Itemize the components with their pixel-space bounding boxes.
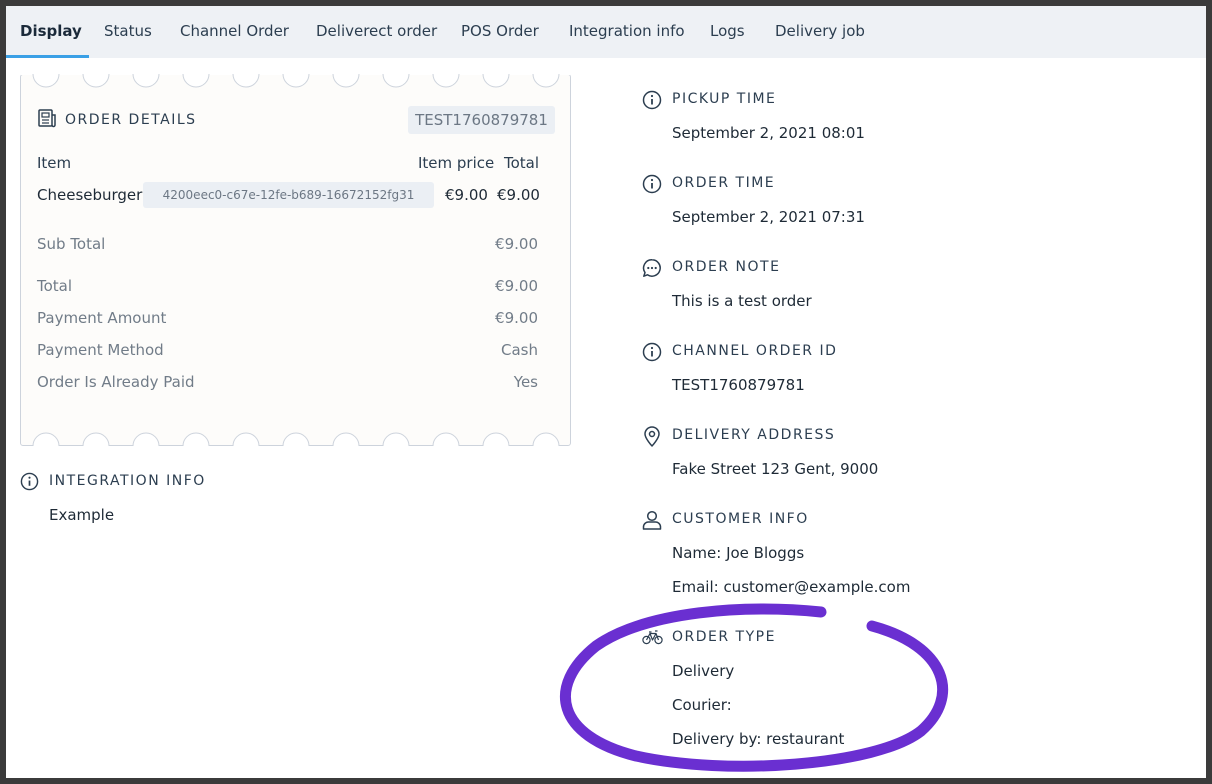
order-ref-badge: TEST1760879781 — [408, 106, 555, 134]
tab-logs[interactable]: Logs — [710, 6, 745, 58]
tab-bar: Display Status Channel Order Deliverect … — [6, 6, 1206, 58]
user-icon — [642, 510, 662, 530]
tab-status[interactable]: Status — [104, 6, 152, 58]
column-item-price-header: Item price — [418, 154, 495, 172]
tab-delivery-job[interactable]: Delivery job — [775, 6, 865, 58]
order-view: Display Status Channel Order Deliverect … — [6, 6, 1206, 778]
bicycle-icon — [642, 630, 663, 645]
payment-method-value: Cash — [501, 341, 538, 359]
location-icon — [644, 426, 660, 447]
order-note-value: This is a test order — [672, 292, 812, 310]
active-tab-indicator — [6, 55, 89, 58]
pickup-time-label: PICKUP TIME — [672, 91, 777, 107]
order-note-label: ORDER NOTE — [672, 259, 781, 275]
delivery-by-value: Delivery by: restaurant — [672, 730, 845, 748]
order-type-value: Delivery — [672, 662, 735, 680]
item-total: €9.00 — [497, 186, 540, 204]
order-details-card: ORDER DETAILS TEST1760879781 Item Item p… — [20, 74, 571, 446]
payment-method-label: Payment Method — [37, 341, 164, 359]
integration-info-label: INTEGRATION INFO — [49, 473, 206, 489]
order-paid-label: Order Is Already Paid — [37, 373, 195, 391]
payment-amount-value: €9.00 — [495, 309, 538, 327]
pickup-time-value: September 2, 2021 08:01 — [672, 124, 865, 142]
item-price: €9.00 — [445, 186, 488, 204]
item-id-badge: 4200eec0-c67e-12fe-b689-16672152fg31 — [143, 182, 434, 208]
order-time-value: September 2, 2021 07:31 — [672, 208, 865, 226]
tab-integration-info[interactable]: Integration info — [569, 6, 685, 58]
info-icon — [642, 174, 662, 194]
receipt-top-edge — [21, 74, 570, 88]
customer-info-label: CUSTOMER INFO — [672, 511, 809, 527]
order-time-label: ORDER TIME — [672, 175, 776, 191]
column-total-header: Total — [504, 154, 540, 172]
tab-pos-order[interactable]: POS Order — [461, 6, 539, 58]
integration-info-value: Example — [49, 506, 115, 524]
payment-amount-label: Payment Amount — [37, 309, 167, 327]
total-label: Total — [37, 277, 73, 295]
delivery-address-label: DELIVERY ADDRESS — [672, 427, 836, 443]
courier-value: Courier: — [672, 696, 732, 714]
tab-deliverect-order[interactable]: Deliverect order — [316, 6, 437, 58]
sub-total-value: €9.00 — [495, 235, 538, 253]
chat-icon — [642, 259, 661, 277]
receipt-bottom-edge — [32, 432, 560, 446]
info-icon — [20, 472, 39, 491]
tab-channel-order[interactable]: Channel Order — [180, 6, 289, 58]
channel-order-id-label: CHANNEL ORDER ID — [672, 343, 838, 359]
item-name: Cheeseburger — [37, 186, 143, 204]
info-icon — [642, 90, 662, 110]
order-type-label: ORDER TYPE — [672, 629, 776, 645]
total-value: €9.00 — [495, 277, 538, 295]
customer-name: Name: Joe Bloggs — [672, 544, 805, 562]
tab-display[interactable]: Display — [20, 6, 82, 58]
receipt-icon — [38, 109, 56, 128]
info-icon — [642, 342, 662, 362]
sub-total-label: Sub Total — [37, 235, 106, 253]
column-item-header: Item — [37, 154, 72, 172]
order-details-title: ORDER DETAILS — [65, 112, 197, 128]
customer-email: Email: customer@example.com — [672, 578, 911, 596]
channel-order-id-value: TEST1760879781 — [672, 376, 805, 394]
delivery-address-value: Fake Street 123 Gent, 9000 — [672, 460, 879, 478]
order-paid-value: Yes — [513, 373, 538, 391]
